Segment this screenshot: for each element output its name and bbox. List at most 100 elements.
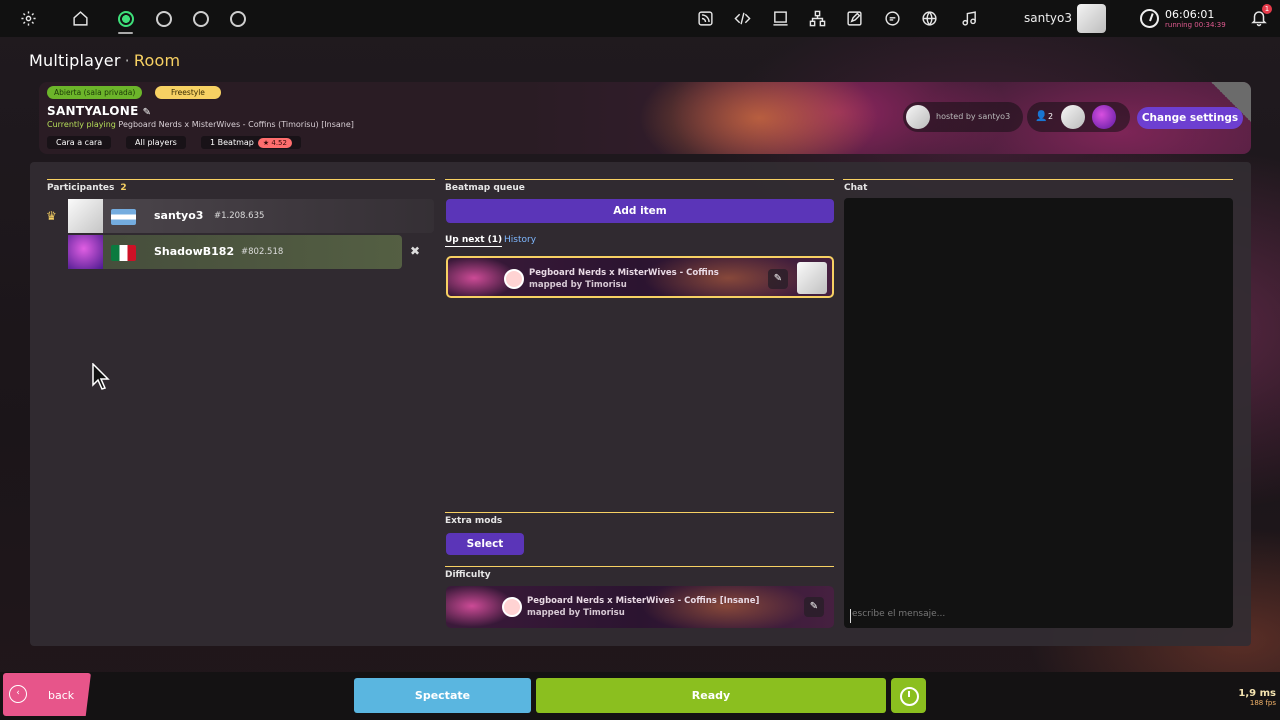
divider (47, 179, 435, 180)
participant-name[interactable]: santyo3 (154, 209, 203, 222)
queue-item-title: Pegboard Nerds x MisterWives - Coffins (529, 268, 719, 278)
participants-title-text: Participantes (47, 183, 115, 193)
spectate-button[interactable]: Spectate (354, 678, 531, 713)
chat-title: Chat (844, 183, 868, 193)
currently-playing-map[interactable]: Pegboard Nerds x MisterWives - Coffins (… (118, 120, 354, 129)
ruleset-osu-icon[interactable] (107, 0, 144, 37)
divider (445, 179, 834, 180)
edit-icon[interactable] (836, 0, 873, 37)
divider (445, 512, 834, 513)
mapped-by-label: mapped by (529, 280, 583, 290)
participant-avatar[interactable] (68, 235, 103, 269)
difficulty-title: Difficulty (445, 570, 491, 580)
difficulty-mapper: mapped by Timorisu (527, 608, 625, 618)
ruleset-mania-icon[interactable] (219, 0, 256, 37)
player-avatar (1092, 105, 1116, 129)
divider (843, 179, 1233, 180)
page-title: Multiplayer · Room (29, 51, 180, 70)
flag-mexico-icon (111, 245, 136, 261)
host-crown-icon: ♛ (46, 209, 57, 223)
player-count: 2 (1048, 112, 1054, 121)
page-title-main: Multiplayer (29, 51, 121, 70)
queue-title: Beatmap queue (445, 183, 525, 193)
extra-mods-title: Extra mods (445, 516, 503, 526)
queue-item[interactable]: Pegboard Nerds x MisterWives - Coffins m… (446, 256, 834, 298)
room-name-text: SANTYALONE (47, 104, 139, 118)
code-icon[interactable] (724, 0, 761, 37)
clock-time: 06:06:01 (1165, 8, 1215, 21)
mapped-by-label: mapped by (527, 608, 581, 618)
edit-item-icon[interactable]: ✎ (768, 269, 788, 289)
network-icon[interactable] (799, 0, 836, 37)
user-avatar[interactable] (1077, 4, 1106, 33)
mapper-name[interactable]: Timorisu (583, 608, 625, 618)
item-owner-avatar (797, 262, 827, 294)
user-icon: 👤 (1035, 111, 1048, 122)
music-icon[interactable] (951, 0, 988, 37)
edit-room-icon[interactable]: ✎ (143, 107, 152, 118)
notification-badge: 1 (1262, 4, 1272, 14)
host-avatar (906, 105, 930, 129)
room-name[interactable]: SANTYALONE ✎ (47, 104, 151, 118)
ruleset-taiko-icon[interactable] (145, 0, 182, 37)
title-separator: · (124, 51, 130, 70)
room-banner: Abierta (sala privada) Freestyle SANTYAL… (39, 82, 1251, 154)
currently-playing: Currently playing Pegboard Nerds x Miste… (47, 120, 354, 129)
chat-icon[interactable] (874, 0, 911, 37)
queue-item-mapper: mapped by Timorisu (529, 280, 627, 290)
edit-difficulty-icon[interactable]: ✎ (804, 597, 824, 617)
player-avatar (1061, 105, 1085, 129)
fps-counter: 1,9 ms 188 fps (1231, 688, 1276, 714)
kick-user-icon[interactable]: ✖ (410, 244, 420, 258)
username[interactable]: santyo3 (1000, 0, 1072, 37)
participant-row[interactable]: ShadowB182 #802.518 (68, 235, 402, 269)
add-item-button[interactable]: Add item (446, 199, 834, 223)
settings-icon[interactable] (10, 0, 47, 37)
hosted-by-label: hosted by (936, 112, 976, 121)
chip-beatmaps: 1 Beatmap ★ 4.52 (201, 136, 301, 149)
participant-rank: #1.208.635 (214, 211, 265, 221)
page-title-sub: Room (133, 51, 181, 70)
monitor-icon[interactable] (762, 0, 799, 37)
rss-icon[interactable] (687, 0, 724, 37)
clock-running: running 00:34:39 (1165, 21, 1226, 29)
mapper-name[interactable]: Timorisu (585, 280, 627, 290)
difficulty-card[interactable]: Pegboard Nerds x MisterWives - Coffins [… (446, 586, 834, 628)
chat-log (844, 198, 1233, 628)
top-toolbar: santyo3 06:06:01 running 00:34:39 1 (0, 0, 1280, 37)
chip-players: All players (126, 136, 186, 149)
frame-time: 1,9 ms (1238, 688, 1276, 699)
countdown-clock-icon[interactable] (891, 678, 926, 713)
participants-count: 2 (120, 183, 127, 193)
host-pill[interactable]: hosted by santyo3 (903, 102, 1023, 132)
participant-row[interactable]: santyo3 #1.208.635 (68, 199, 434, 233)
participant-avatar[interactable] (68, 199, 103, 233)
divider (445, 566, 834, 567)
select-mods-button[interactable]: Select (446, 533, 524, 555)
back-arrow-icon[interactable]: ‹ (9, 685, 27, 703)
ruleset-osu-icon (504, 269, 524, 289)
chat-input[interactable]: escribe el mensaje... (850, 609, 1100, 623)
clock-icon (1140, 9, 1159, 28)
room-mode-tag: Freestyle (155, 86, 221, 99)
players-pill[interactable]: 👤 2 (1027, 102, 1130, 132)
ruleset-osu-icon (502, 597, 522, 617)
home-icon[interactable] (62, 0, 99, 37)
mouse-cursor-icon (92, 363, 110, 390)
ready-button[interactable]: Ready (536, 678, 886, 713)
globe-icon[interactable] (911, 0, 948, 37)
chip-beatmaps-text: 1 Beatmap (210, 138, 254, 147)
participants-title: Participantes 2 (47, 183, 127, 193)
back-label[interactable]: back (48, 689, 74, 702)
participant-name[interactable]: ShadowB182 (154, 245, 234, 258)
host-name: santyo3 (978, 112, 1011, 121)
flag-argentina-icon (111, 209, 136, 225)
tab-history[interactable]: History (504, 235, 536, 245)
difficulty-map-title: Pegboard Nerds x MisterWives - Coffins [… (527, 596, 760, 606)
ruleset-catch-icon[interactable] (182, 0, 219, 37)
participant-rank: #802.518 (241, 247, 284, 257)
change-settings-button[interactable]: Change settings (1137, 107, 1243, 129)
chip-versus: Cara a cara (47, 136, 112, 149)
tab-up-next[interactable]: Up next (1) (445, 235, 503, 247)
hosted-by: hosted by santyo3 (936, 112, 1010, 121)
